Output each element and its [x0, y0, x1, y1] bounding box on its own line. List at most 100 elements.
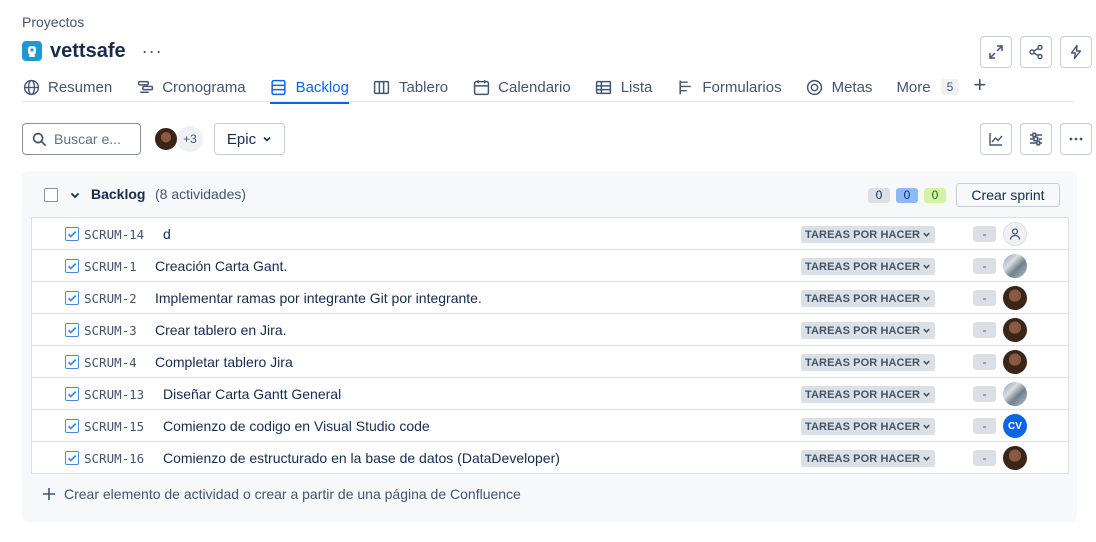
avatar[interactable] [153, 126, 179, 152]
tab-calendario[interactable]: Calendario [472, 74, 571, 100]
issue-key[interactable]: SCRUM-4 [84, 355, 137, 370]
issue-summary[interactable]: d [163, 226, 171, 242]
unassigned-avatar[interactable] [1003, 222, 1027, 246]
backlog-title: Backlog [91, 186, 146, 202]
tab-cronograma[interactable]: Cronograma [136, 74, 246, 100]
issue-key[interactable]: SCRUM-16 [84, 451, 144, 466]
more-avatars-badge[interactable]: +3 [177, 126, 203, 152]
epic-filter-button[interactable]: Epic [214, 123, 285, 155]
tab-backlog[interactable]: Backlog [269, 74, 350, 104]
list-icon [595, 78, 613, 96]
estimate-badge[interactable]: - [973, 258, 996, 274]
chevron-down-icon [923, 392, 930, 397]
status-dropdown[interactable]: TAREAS POR HACER [801, 450, 936, 467]
more-actions-button[interactable] [1060, 123, 1092, 155]
create-sprint-button[interactable]: Crear sprint [956, 183, 1060, 207]
automation-button[interactable] [1060, 36, 1092, 68]
tabs-divider [22, 101, 1074, 102]
status-dropdown[interactable]: TAREAS POR HACER [801, 290, 936, 307]
list-item[interactable]: SCRUM-13 Diseñar Carta Gantt General TAR… [32, 378, 1068, 410]
share-button[interactable] [1020, 36, 1052, 68]
avatar[interactable]: CV [1003, 414, 1027, 438]
tab-label: Cronograma [162, 78, 246, 96]
backlog-page: Proyectos vettsafe ··· Resumen Cronogram… [0, 0, 1096, 542]
estimate-badge[interactable]: - [973, 226, 996, 242]
issue-key[interactable]: SCRUM-2 [84, 291, 137, 306]
collapse-backlog-button[interactable] [69, 188, 81, 206]
estimate-badge[interactable]: - [973, 290, 996, 306]
breadcrumb[interactable]: Proyectos [22, 14, 84, 30]
list-item[interactable]: SCRUM-4 Completar tablero Jira TAREAS PO… [32, 346, 1068, 378]
issue-summary[interactable]: Comienzo de codigo en Visual Studio code [163, 418, 430, 434]
tab-formularios[interactable]: Formularios [676, 74, 782, 100]
insights-button[interactable] [980, 123, 1012, 155]
issue-summary[interactable]: Comienzo de estructurado en la base de d… [163, 450, 560, 466]
list-item[interactable]: SCRUM-2 Implementar ramas por integrante… [32, 282, 1068, 314]
status-label: TAREAS POR HACER [805, 356, 921, 369]
fullscreen-button[interactable] [980, 36, 1012, 68]
estimate-badge[interactable]: - [973, 386, 996, 402]
list-item[interactable]: SCRUM-1 Creación Carta Gant. TAREAS POR … [32, 250, 1068, 282]
status-dropdown[interactable]: TAREAS POR HACER [801, 226, 936, 243]
tab-label: More [896, 78, 931, 96]
avatar-filter-group[interactable]: +3 [153, 126, 203, 152]
estimate-badge[interactable]: - [973, 354, 996, 370]
tab-label: Resumen [48, 78, 113, 96]
task-type-icon [65, 355, 79, 369]
avatar[interactable] [1003, 286, 1027, 310]
tab-resumen[interactable]: Resumen [22, 74, 112, 100]
status-label: TAREAS POR HACER [805, 228, 921, 241]
settings-sliders-icon [1030, 132, 1042, 146]
issue-summary[interactable]: Diseñar Carta Gantt General [163, 386, 341, 402]
status-dropdown[interactable]: TAREAS POR HACER [801, 322, 936, 339]
issue-summary[interactable]: Creación Carta Gant. [155, 258, 287, 274]
in-progress-points-badge: 0 [896, 188, 918, 203]
issue-summary[interactable]: Implementar ramas por integrante Git por… [155, 290, 482, 306]
estimate-badge[interactable]: - [973, 418, 996, 434]
avatar[interactable] [1003, 382, 1027, 406]
issue-key[interactable]: SCRUM-14 [84, 227, 144, 242]
status-dropdown[interactable]: TAREAS POR HACER [801, 418, 936, 435]
status-dropdown[interactable]: TAREAS POR HACER [801, 258, 936, 275]
tab-more[interactable]: More 5 [896, 74, 960, 100]
estimate-badge[interactable]: - [973, 322, 996, 338]
list-item[interactable]: SCRUM-3 Crear tablero en Jira. TAREAS PO… [32, 314, 1068, 346]
status-dropdown[interactable]: TAREAS POR HACER [801, 386, 936, 403]
avatar[interactable] [1003, 446, 1027, 470]
list-item[interactable]: SCRUM-14 d TAREAS POR HACER - [32, 218, 1068, 250]
forms-icon [676, 78, 694, 96]
task-type-icon [65, 387, 79, 401]
tab-tablero[interactable]: Tablero [373, 74, 448, 100]
task-type-icon [65, 291, 79, 305]
tab-metas[interactable]: Metas [806, 74, 872, 100]
estimate-badge[interactable]: - [973, 450, 996, 466]
search-input[interactable]: Buscar e... [22, 123, 141, 155]
status-label: TAREAS POR HACER [805, 452, 921, 465]
project-more-button[interactable]: ··· [142, 42, 163, 60]
list-item[interactable]: SCRUM-16 Comienzo de estructurado en la … [32, 442, 1068, 473]
view-settings-button[interactable] [1020, 123, 1052, 155]
chevron-down-icon [923, 296, 930, 301]
create-issue-button[interactable]: Crear elemento de actividad o crear a pa… [42, 486, 521, 502]
status-label: TAREAS POR HACER [805, 292, 921, 305]
list-item[interactable]: SCRUM-15 Comienzo de codigo en Visual St… [32, 410, 1068, 442]
tab-label: Calendario [498, 78, 571, 96]
select-all-checkbox[interactable] [44, 188, 58, 202]
issue-summary[interactable]: Crear tablero en Jira. [155, 322, 287, 338]
issue-key[interactable]: SCRUM-1 [84, 259, 137, 274]
globe-icon [22, 78, 40, 96]
issue-key[interactable]: SCRUM-13 [84, 387, 144, 402]
issue-key[interactable]: SCRUM-15 [84, 419, 144, 434]
goals-icon [806, 78, 824, 96]
avatar[interactable] [1003, 318, 1027, 342]
status-dropdown[interactable]: TAREAS POR HACER [801, 354, 936, 371]
issue-summary[interactable]: Completar tablero Jira [155, 354, 293, 370]
tab-lista[interactable]: Lista [595, 74, 652, 100]
chevron-down-icon [923, 328, 930, 333]
backlog-count: (8 actividades) [155, 186, 247, 202]
avatar[interactable] [1003, 350, 1027, 374]
add-tab-icon[interactable]: + [973, 74, 986, 96]
issue-key[interactable]: SCRUM-3 [84, 323, 137, 338]
task-type-icon [65, 451, 79, 465]
avatar[interactable] [1003, 254, 1027, 278]
